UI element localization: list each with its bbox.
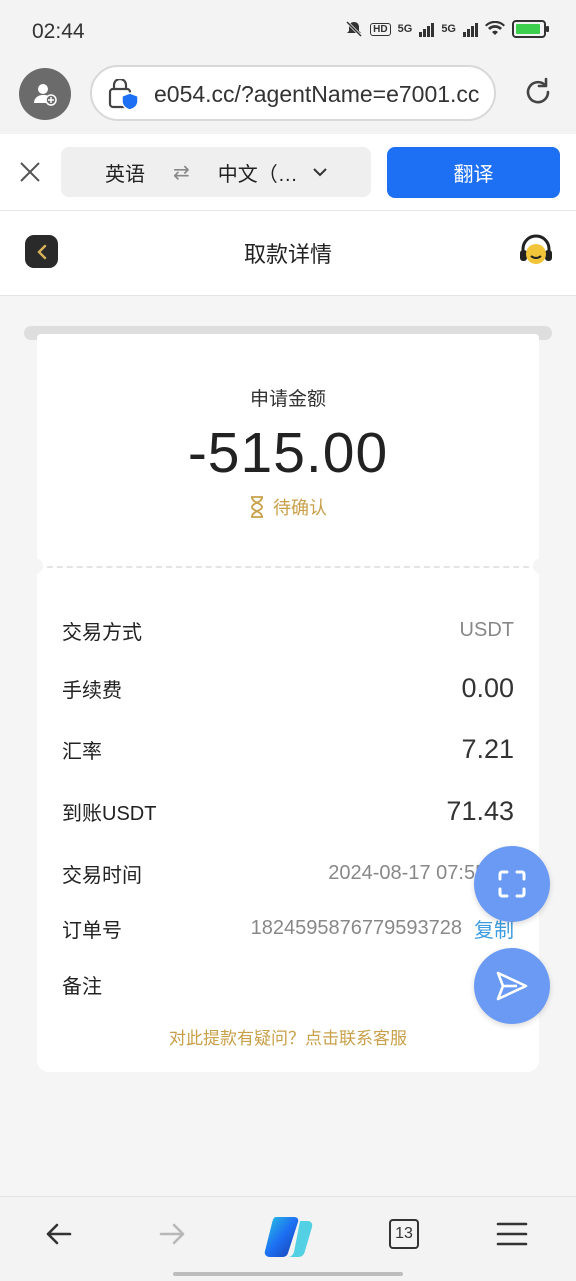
row-value: 1824595876779593728 (250, 917, 462, 939)
status-bar: 02:44 HD 5G 5G (0, 0, 576, 62)
profile-button[interactable] (19, 68, 71, 120)
signal-icon-2 (463, 21, 478, 37)
row-label: 汇率 (62, 741, 102, 763)
menu-icon[interactable] (496, 1219, 528, 1249)
amount-label: 申请金额 (249, 389, 326, 410)
signal-icon (419, 21, 435, 37)
row-exchange-rate: 汇率 7.21 (62, 734, 514, 765)
row-label: 手续费 (62, 680, 122, 702)
copilot-icon[interactable] (262, 1215, 314, 1259)
contact-support-link[interactable]: 对此提款有疑问？点击联系客服 (37, 1024, 539, 1049)
browser-toolbar: e054.cc/?agentName=e7001.cc (0, 62, 576, 134)
row-fee: 手续费 0.00 (62, 673, 514, 704)
page-title: 取款详情 (243, 242, 332, 267)
close-icon[interactable] (18, 160, 42, 184)
back-arrow-icon[interactable] (44, 1219, 74, 1249)
net-label-1: 5G (397, 23, 413, 35)
url-text: e054.cc/?agentName=e7001.cc (154, 81, 480, 107)
browser-bottom-nav: 13 (0, 1196, 576, 1281)
battery-icon (512, 20, 549, 38)
row-value: USDT (459, 619, 514, 641)
row-transaction-time: 交易时间 2024-08-17 07:55:31 (62, 859, 514, 888)
status-badge: 待确认 (37, 494, 539, 520)
swap-icon[interactable]: ⇄ (173, 160, 190, 185)
target-language: 中文（… (217, 163, 298, 186)
address-bar[interactable]: e054.cc/?agentName=e7001.cc (90, 65, 496, 121)
amount-value: -515.00 (187, 421, 389, 485)
row-received-usdt: 到账USDT 71.43 (62, 796, 514, 827)
scan-frame-icon (498, 870, 526, 898)
notch-right (533, 558, 549, 574)
page-header: 取款详情 (0, 211, 576, 296)
send-icon (496, 971, 528, 1001)
mute-bell-icon (346, 20, 363, 38)
row-label: 备注 (62, 976, 102, 998)
row-order-number: 订单号 1824595876779593728 复制 (62, 914, 514, 943)
forward-arrow-icon[interactable] (157, 1219, 187, 1249)
reload-icon[interactable] (522, 76, 554, 108)
status-icons: HD 5G 5G (345, 20, 549, 38)
hd-icon: HD (370, 22, 391, 36)
dashed-divider (37, 566, 539, 568)
translate-button[interactable]: 翻译 (387, 147, 560, 198)
status-text: 待确认 (273, 498, 327, 518)
row-label: 交易时间 (62, 865, 142, 887)
translate-bar: 英语 ⇄ 中文（… 翻译 (0, 134, 576, 211)
row-value: 71.43 (446, 796, 514, 826)
customer-service-icon[interactable] (518, 233, 554, 269)
home-indicator (173, 1272, 403, 1276)
chevron-down-icon (313, 168, 327, 177)
notch-left (27, 558, 43, 574)
lock-shield-icon (108, 79, 139, 111)
withdrawal-card: 申请金额 -515.00 待确认 交易方式 USDT 手续费 0.00 汇率 7… (27, 334, 549, 1072)
row-label: 订单号 (62, 920, 122, 942)
add-user-icon (34, 84, 57, 106)
screenshot-fab[interactable] (474, 846, 550, 922)
row-label: 交易方式 (62, 622, 142, 644)
clock: 02:44 (32, 20, 85, 43)
row-payment-method: 交易方式 USDT (62, 616, 514, 645)
row-remark: 备注 (62, 970, 514, 999)
source-language: 英语 (105, 163, 145, 186)
row-value: 0.00 (461, 673, 514, 703)
tab-count-button[interactable]: 13 (389, 1219, 419, 1249)
row-value: 7.21 (461, 734, 514, 764)
language-selector[interactable]: 英语 ⇄ 中文（… (61, 147, 371, 197)
wifi-icon (485, 21, 505, 35)
send-fab[interactable] (474, 948, 550, 1024)
net-label-2: 5G (441, 23, 456, 35)
hourglass-icon (251, 496, 263, 518)
row-label: 到账USDT (62, 803, 157, 825)
